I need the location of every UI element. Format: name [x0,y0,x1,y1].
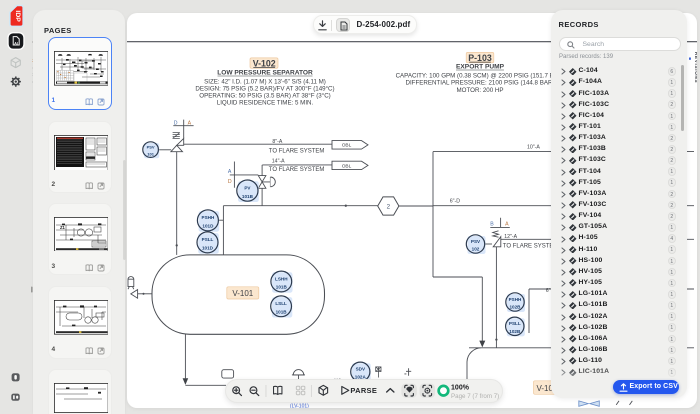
svg-text:LSLL: LSLL [275,301,287,306]
svg-text:PSV: PSV [147,144,155,149]
svg-text:Z1: Z1 [60,225,66,230]
svg-text:D: D [228,179,232,185]
svg-text:102B: 102B [509,329,521,334]
svg-text:6": 6" [546,288,551,294]
svg-text:REVISIONS: REVISIONS [694,52,697,83]
svg-text:101: 101 [147,151,154,156]
svg-text:PSHH: PSHH [202,215,215,220]
svg-text:DESIGN: 75 PSIG (5.2 BAR)/FV A: DESIGN: 75 PSIG (5.2 BAR)/FV AT 300°F (1… [195,86,334,93]
svg-text:V-101: V-101 [232,289,253,298]
svg-text:12"-A: 12"-A [504,234,517,240]
svg-text:14"-A: 14"-A [272,159,285,165]
svg-text:TO FLARE SYSTEM: TO FLARE SYSTEM [269,148,325,154]
svg-text:10"-A: 10"-A [527,144,540,150]
svg-text:OPERATING: 50 PSIG (3.5 BAR) A: OPERATING: 50 PSIG (3.5 BAR) AT 38°F (3°… [199,93,330,100]
svg-text:101B: 101B [276,285,288,290]
svg-text:100%: 100% [451,384,470,391]
svg-text:PV: PV [244,185,251,190]
svg-text:B: B [490,222,494,228]
svg-text:LSHH: LSHH [275,276,288,281]
svg-text:A: A [505,222,509,228]
svg-text:V-102: V-102 [253,58,276,68]
svg-text:101D: 101D [202,246,214,251]
svg-text:A: A [228,169,232,175]
svg-text:PSV: PSV [471,239,481,244]
svg-text:DIFFERENTIAL PRESSURE: 2100 PS: DIFFERENTIAL PRESSURE: 2100 PSIG (144.8 … [405,80,554,87]
svg-text:EXPORT PUMP: EXPORT PUMP [456,64,505,71]
svg-text:8"-A: 8"-A [272,139,282,145]
svg-text:101B: 101B [276,310,288,315]
svg-text:OBL: OBL [342,163,352,169]
svg-text:6"-D: 6"-D [450,199,460,205]
svg-text:102B: 102B [510,305,522,310]
svg-text:2: 2 [387,204,391,211]
svg-text:IDP: IDP [14,10,21,22]
svg-text:P-103: P-103 [468,53,492,63]
svg-text:SIZE: 42" I.D. (1.07 M) X 13'-: SIZE: 42" I.D. (1.07 M) X 13'-6" S/S (4.… [204,78,326,85]
svg-text:PSHH: PSHH [509,297,522,302]
svg-text:102: 102 [472,247,480,252]
svg-text:101B: 101B [242,194,254,199]
svg-text:101D: 101D [202,224,214,229]
svg-text:MOTOR: 200 HP: MOTOR: 200 HP [457,87,504,94]
svg-text:LOW PRESSURE SEPARATOR: LOW PRESSURE SEPARATOR [217,70,313,77]
svg-text:CAPACITY: 100 GPM (0.38 SCM) @: CAPACITY: 100 GPM (0.38 SCM) @ 2200 PSIG… [396,72,565,79]
svg-text:PARSE: PARSE [350,386,377,395]
svg-text:AI: AI [14,41,18,45]
svg-text:LIQUID RESIDENCE TIME: 5 MIN.: LIQUID RESIDENCE TIME: 5 MIN. [217,100,314,107]
svg-text:OBL: OBL [342,143,352,149]
svg-text:SDV: SDV [356,367,366,372]
svg-text:Page 7 (7 from 7): Page 7 (7 from 7) [451,393,499,400]
svg-text:PSLL: PSLL [202,237,214,242]
svg-text:TO FLARE SYSTEM: TO FLARE SYSTEM [269,167,325,173]
svg-text:(LV-101): (LV-101) [290,403,309,408]
svg-text:PSLL: PSLL [509,321,521,326]
